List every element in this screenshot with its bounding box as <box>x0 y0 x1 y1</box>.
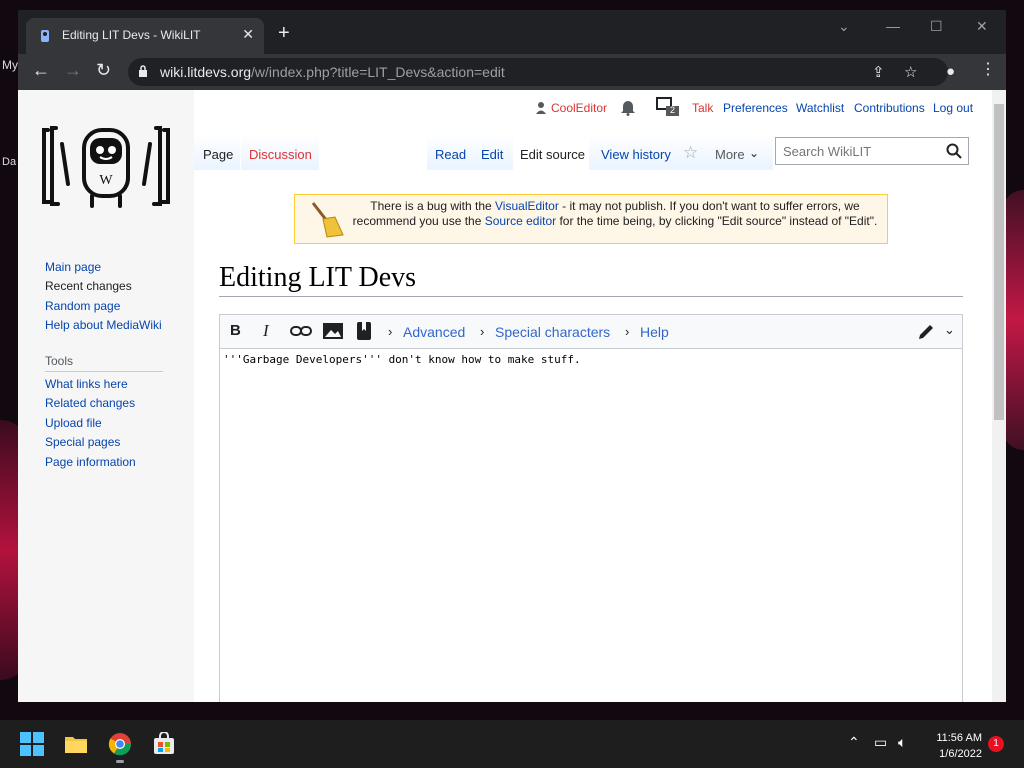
chevron-right-icon: › <box>480 324 485 339</box>
desktop-icon-label[interactable]: Da <box>2 156 16 168</box>
reload-icon[interactable]: ↻ <box>96 60 111 80</box>
pencil-icon[interactable] <box>917 323 935 341</box>
new-tab-button[interactable]: + <box>278 23 290 43</box>
tab-read[interactable]: Read <box>435 147 466 162</box>
sidebar-item-random-page[interactable]: Random page <box>45 299 120 313</box>
clock[interactable]: 11:56 AM 1/6/2022 <box>920 730 982 762</box>
volume-icon[interactable]: 🔈︎ <box>898 734 906 751</box>
desktop-icon-label[interactable]: My <box>2 58 18 72</box>
maximize-icon[interactable]: ☐ <box>930 18 943 35</box>
bookmark-star-icon[interactable]: ☆ <box>904 63 917 81</box>
user-icon <box>536 102 546 114</box>
search-input[interactable] <box>781 143 945 160</box>
divider <box>219 296 963 297</box>
lock-icon <box>139 65 147 77</box>
bold-button[interactable]: B <box>230 322 241 339</box>
network-icon[interactable]: ▭ <box>874 734 887 751</box>
watch-star-icon[interactable]: ☆ <box>683 143 698 163</box>
logout-link[interactable]: Log out <box>933 101 973 115</box>
chevron-down-icon[interactable]: ⌄ <box>944 322 955 338</box>
tab-edit[interactable]: Edit <box>481 147 503 162</box>
search-box[interactable] <box>775 137 969 165</box>
link-icon[interactable] <box>290 325 312 337</box>
sidebar: W Main page Recent changes Random page H… <box>18 90 194 702</box>
bell-icon[interactable] <box>620 99 636 116</box>
notices-icon[interactable] <box>656 97 680 117</box>
page-title: Editing LIT Devs <box>219 262 417 293</box>
help-tab[interactable]: Help <box>640 324 669 340</box>
tab-title: Editing LIT Devs - WikiLIT <box>62 28 201 42</box>
taskbar: ⌃ ▭ 🔈︎ 11:56 AM 1/6/2022 1 <box>0 720 1024 768</box>
tab-page[interactable]: Page <box>203 147 233 162</box>
browser-window: Editing LIT Devs - WikiLIT ✕ + ⌄ — ☐ ✕ ←… <box>18 10 1006 702</box>
date-text: 1/6/2022 <box>939 748 982 760</box>
sidebar-item-upload-file[interactable]: Upload file <box>45 416 102 430</box>
notice-text: There is a bug with the VisualEditor - i… <box>352 199 878 228</box>
chevron-up-icon[interactable]: ⌃ <box>848 734 860 751</box>
broom-icon <box>311 202 344 238</box>
tools-heading: Tools <box>45 354 74 368</box>
sidebar-item-what-links-here[interactable]: What links here <box>45 377 128 391</box>
chrome-icon[interactable] <box>108 732 132 756</box>
site-notice: There is a bug with the VisualEditor - i… <box>294 194 888 244</box>
chevron-right-icon: › <box>625 324 630 339</box>
image-icon[interactable] <box>323 323 343 339</box>
sidebar-item-help[interactable]: Help about MediaWiki <box>45 318 162 332</box>
svg-text:W: W <box>99 173 113 188</box>
url-text: wiki.litdevs.org/w/index.php?title=LIT_D… <box>160 64 505 80</box>
sidebar-item-related-changes[interactable]: Related changes <box>45 396 135 410</box>
talk-link[interactable]: Talk <box>692 101 713 115</box>
wiki-logo[interactable]: W <box>40 124 172 210</box>
tab-discussion[interactable]: Discussion <box>249 147 312 162</box>
browser-tab[interactable]: Editing LIT Devs - WikiLIT ✕ <box>26 18 264 54</box>
wikitext-editor[interactable]: B I › Advanced › Special characters › He… <box>219 314 963 702</box>
tab-edit-source[interactable]: Edit source <box>520 147 585 162</box>
divider <box>45 371 163 372</box>
back-icon[interactable]: ← <box>32 60 50 80</box>
minimize-icon[interactable]: — <box>886 18 900 34</box>
file-explorer-icon[interactable] <box>64 732 88 756</box>
time-text: 11:56 AM <box>936 732 982 744</box>
special-characters-tab[interactable]: Special characters <box>495 324 610 340</box>
sidebar-item-recent-changes[interactable]: Recent changes <box>45 279 132 293</box>
contributions-link[interactable]: Contributions <box>854 101 925 115</box>
notification-badge[interactable]: 1 <box>988 736 1004 752</box>
sidebar-item-main-page[interactable]: Main page <box>45 260 101 274</box>
sidebar-item-page-information[interactable]: Page information <box>45 455 136 469</box>
share-icon[interactable]: ⇪ <box>872 63 885 81</box>
tab-more[interactable]: More <box>715 147 745 162</box>
address-bar[interactable]: wiki.litdevs.org/w/index.php?title=LIT_D… <box>128 58 948 86</box>
italic-button[interactable]: I <box>263 321 269 341</box>
editor-toolbar: B I › Advanced › Special characters › He… <box>220 315 962 349</box>
preferences-link[interactable]: Preferences <box>723 101 788 115</box>
close-window-icon[interactable]: ✕ <box>976 18 988 35</box>
watchlist-link[interactable]: Watchlist <box>796 101 844 115</box>
notices-count: 2 <box>670 105 676 115</box>
scrollbar-thumb[interactable] <box>994 104 1004 420</box>
tab-view-history[interactable]: View history <box>601 147 671 162</box>
chevron-down-icon[interactable]: ⌄ <box>749 146 759 160</box>
sidebar-item-special-pages[interactable]: Special pages <box>45 435 120 449</box>
profile-icon[interactable]: ● <box>946 62 955 82</box>
editor-textarea[interactable]: '''Garbage Developers''' don't know how … <box>223 353 581 366</box>
tab-bar: Editing LIT Devs - WikiLIT ✕ + ⌄ — ☐ ✕ <box>18 10 1006 54</box>
active-app-indicator <box>116 760 124 763</box>
store-icon[interactable] <box>152 732 176 756</box>
advanced-tab[interactable]: Advanced <box>403 324 465 340</box>
forward-icon[interactable]: → <box>64 60 82 80</box>
browser-toolbar: ← → ↻ wiki.litdevs.org/w/index.php?title… <box>18 54 1006 90</box>
search-icon[interactable] <box>946 143 962 159</box>
menu-icon[interactable]: ⋮ <box>980 60 996 80</box>
close-tab-icon[interactable]: ✕ <box>242 26 254 43</box>
user-link[interactable]: CoolEditor <box>551 101 607 115</box>
tab-search-icon[interactable]: ⌄ <box>838 18 850 35</box>
page-scrollbar[interactable] <box>992 90 1006 702</box>
reference-icon[interactable] <box>357 322 371 340</box>
wiki-favicon-icon <box>41 30 49 42</box>
source-editor-link[interactable]: Source editor <box>485 214 556 228</box>
visualeditor-link[interactable]: VisualEditor <box>495 199 559 213</box>
chevron-right-icon: › <box>388 324 393 339</box>
windows-start-icon[interactable] <box>20 732 44 756</box>
wiki-page: W Main page Recent changes Random page H… <box>18 90 992 702</box>
